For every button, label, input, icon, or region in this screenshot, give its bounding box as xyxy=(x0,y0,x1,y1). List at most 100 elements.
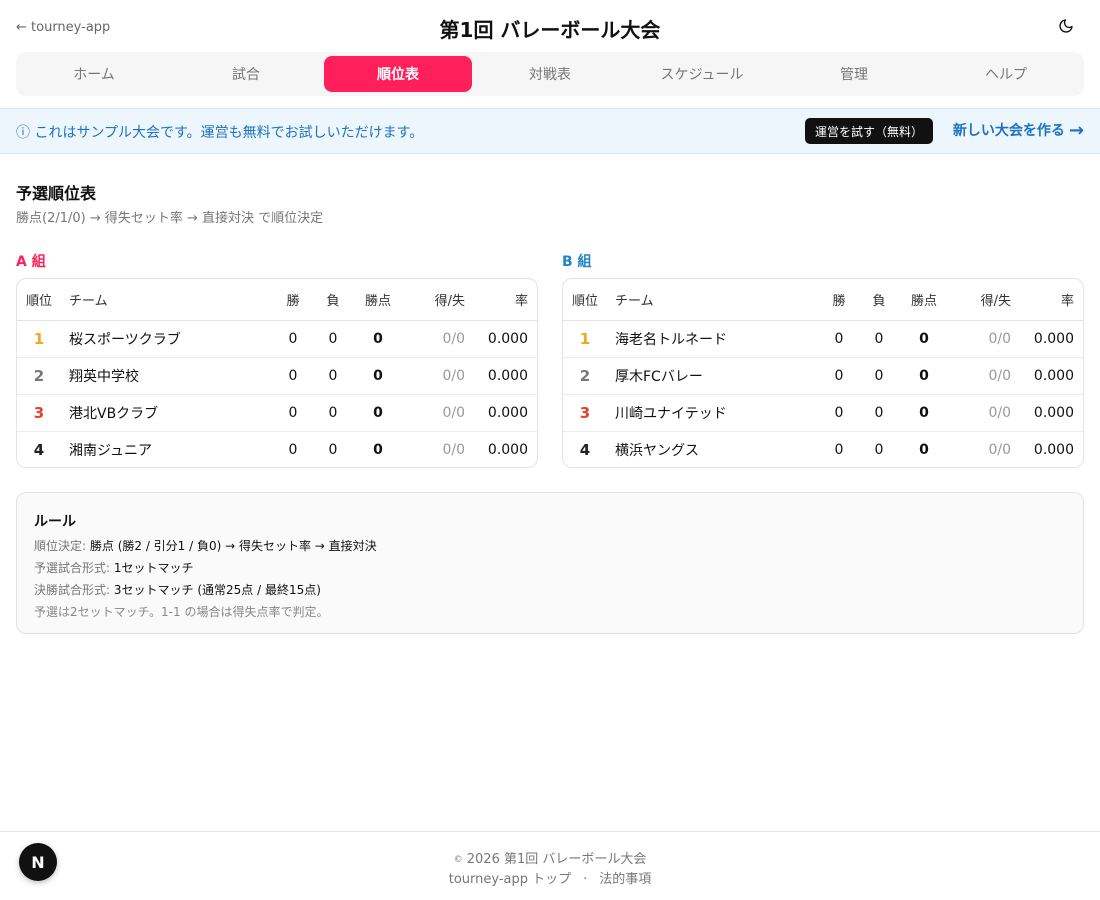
table-row: 4 横浜ヤングス 0 0 0 0/0 0.000 xyxy=(563,431,1083,467)
losses-cell: 0 xyxy=(313,394,353,432)
new-tournament-label: 新しい大会を作る xyxy=(952,123,1065,139)
rate-cell: 0.000 xyxy=(1019,320,1083,358)
rate-cell: 0.000 xyxy=(473,394,537,432)
sets-cell: 0/0 xyxy=(442,441,465,458)
tab-home[interactable]: ホーム xyxy=(20,56,168,92)
copyright-symbol: © xyxy=(453,855,463,865)
rules-final-key: 決勝試合形式: xyxy=(34,583,111,597)
rules-prelim-value: 1セットマッチ xyxy=(113,561,194,575)
rules-ranking-value: 勝点 (勝2 / 引分1 / 負0) → 得失セット率 → 直接対決 xyxy=(89,539,377,553)
team-name: 川崎ユナイテッド xyxy=(607,394,819,432)
wins-cell: 0 xyxy=(819,320,859,358)
banner-text: ⓘ これはサンプル大会です。運営も無料でお試しいただけます。 xyxy=(16,125,424,141)
team-name: 横浜ヤングス xyxy=(615,442,699,459)
sets-cell: 0/0 xyxy=(949,394,1019,432)
points-cell: 0 xyxy=(353,394,403,432)
team-name: 桜スポーツクラブ xyxy=(61,320,273,358)
col-losses: 負 xyxy=(859,279,899,321)
col-points: 勝点 xyxy=(353,279,403,321)
sets-cell: 0/0 xyxy=(949,357,1019,395)
table-row: 2 厚木FCバレー 0 0 0 0/0 0.000 xyxy=(563,357,1083,395)
points-cell: 0 xyxy=(353,357,403,395)
group-b-table: 順位 チーム 勝 負 勝点 得/失 率 1 海老名トルネード 0 0 0 0/0… xyxy=(562,278,1084,468)
tab-help[interactable]: ヘルプ xyxy=(932,56,1080,92)
app-header: ← tourney-app 第1回 バレーボール大会 xyxy=(0,0,1100,56)
rules-title: ルール xyxy=(34,514,76,530)
rules-final-value: 3セットマッチ (通常25点 / 最終15点) xyxy=(113,583,321,597)
copyright-text: 2026 第1回 バレーボール大会 xyxy=(466,852,647,867)
group-b-label: B 組 xyxy=(562,254,592,270)
col-losses: 負 xyxy=(313,279,353,321)
tab-matches[interactable]: 試合 xyxy=(172,56,320,92)
table-row: 4 湘南ジュニア 0 0 0 0/0 0.000 xyxy=(17,431,537,467)
footer-legal-link[interactable]: 法的事項 xyxy=(599,872,651,887)
wins-cell: 0 xyxy=(273,320,313,358)
theme-toggle-button[interactable] xyxy=(1058,18,1078,38)
wins-cell: 0 xyxy=(819,394,859,432)
points-cell: 0 xyxy=(899,394,949,432)
col-team: チーム xyxy=(61,279,273,321)
footer-links: tourney-app トップ · 法的事項 xyxy=(0,868,1100,887)
losses-cell: 0 xyxy=(313,357,353,395)
sets-cell: 0/0 xyxy=(949,320,1019,358)
arrow-right-icon: → xyxy=(1068,120,1084,141)
col-rank: 順位 xyxy=(563,279,607,321)
col-team: チーム xyxy=(607,279,819,321)
rules-prelim: 予選試合形式: 1セットマッチ xyxy=(34,559,194,576)
tab-standings[interactable]: 順位表 xyxy=(324,56,472,92)
group-a-table: 順位 チーム 勝 負 勝点 得/失 率 1 桜スポーツクラブ 0 0 0 0/0… xyxy=(16,278,538,468)
wins-cell: 0 xyxy=(273,357,313,395)
sets-cell: 0/0 xyxy=(988,441,1011,458)
rate-cell: 0.000 xyxy=(473,357,537,395)
rank-number: 2 xyxy=(33,366,45,385)
rank-number: 1 xyxy=(579,329,591,348)
points-cell: 0 xyxy=(899,357,949,395)
nextjs-dev-badge[interactable]: N xyxy=(19,843,57,881)
standings-subtitle: 勝点(2/1/0) → 得失セット率 → 直接対決 で順位決定 xyxy=(16,211,324,226)
rank-number: 4 xyxy=(33,440,45,459)
rules-panel: ルール 順位決定: 勝点 (勝2 / 引分1 / 負0) → 得失セット率 → … xyxy=(16,492,1084,634)
sets-cell: 0/0 xyxy=(403,357,473,395)
losses-cell: 0 xyxy=(313,320,353,358)
rules-ranking-key: 順位決定: xyxy=(34,539,87,553)
wins-cell: 0 xyxy=(819,357,859,395)
table-row: 2 翔英中学校 0 0 0 0/0 0.000 xyxy=(17,357,537,395)
tab-schedule[interactable]: スケジュール xyxy=(628,56,776,92)
col-rank: 順位 xyxy=(17,279,61,321)
table-header-row: 順位 チーム 勝 負 勝点 得/失 率 xyxy=(17,279,537,321)
table-header-row: 順位 チーム 勝 負 勝点 得/失 率 xyxy=(563,279,1083,321)
col-sets: 得/失 xyxy=(949,279,1019,321)
team-name: 海老名トルネード xyxy=(607,320,819,358)
points-cell: 0 xyxy=(919,441,929,458)
footer-top-link[interactable]: tourney-app トップ xyxy=(449,872,571,887)
sample-banner: ⓘ これはサンプル大会です。運営も無料でお試しいただけます。 xyxy=(0,108,1100,154)
table-row: 3 港北VBクラブ 0 0 0 0/0 0.000 xyxy=(17,394,537,432)
col-rate: 率 xyxy=(1019,279,1083,321)
rank-number: 1 xyxy=(33,329,45,348)
rank-number: 4 xyxy=(579,440,591,459)
rank-number: 3 xyxy=(33,403,45,422)
new-tournament-link[interactable]: 新しい大会を作る → xyxy=(953,120,1084,141)
wins-cell: 0 xyxy=(834,441,844,458)
rate-cell: 0.000 xyxy=(1019,357,1083,395)
rate-cell: 0.000 xyxy=(1019,394,1083,432)
nextjs-logo-icon: N xyxy=(31,852,45,872)
rules-final: 決勝試合形式: 3セットマッチ (通常25点 / 最終15点) xyxy=(34,581,321,598)
col-points: 勝点 xyxy=(899,279,949,321)
losses-cell: 0 xyxy=(859,357,899,395)
try-admin-button[interactable]: 運営を試す（無料） xyxy=(805,118,934,144)
team-name: 港北VBクラブ xyxy=(61,394,273,432)
losses-cell: 0 xyxy=(859,320,899,358)
col-sets: 得/失 xyxy=(403,279,473,321)
col-rate: 率 xyxy=(473,279,537,321)
tab-bracket[interactable]: 対戦表 xyxy=(476,56,624,92)
team-name: 翔英中学校 xyxy=(61,357,273,395)
group-a-label: A 組 xyxy=(16,254,46,270)
points-cell: 0 xyxy=(899,320,949,358)
sets-cell: 0/0 xyxy=(403,320,473,358)
wins-cell: 0 xyxy=(273,394,313,432)
col-wins: 勝 xyxy=(819,279,859,321)
losses-cell: 0 xyxy=(874,441,884,458)
page-footer: © 2026 第1回 バレーボール大会 tourney-app トップ · 法的事項 xyxy=(0,831,1100,900)
tab-admin[interactable]: 管理 xyxy=(780,56,928,92)
